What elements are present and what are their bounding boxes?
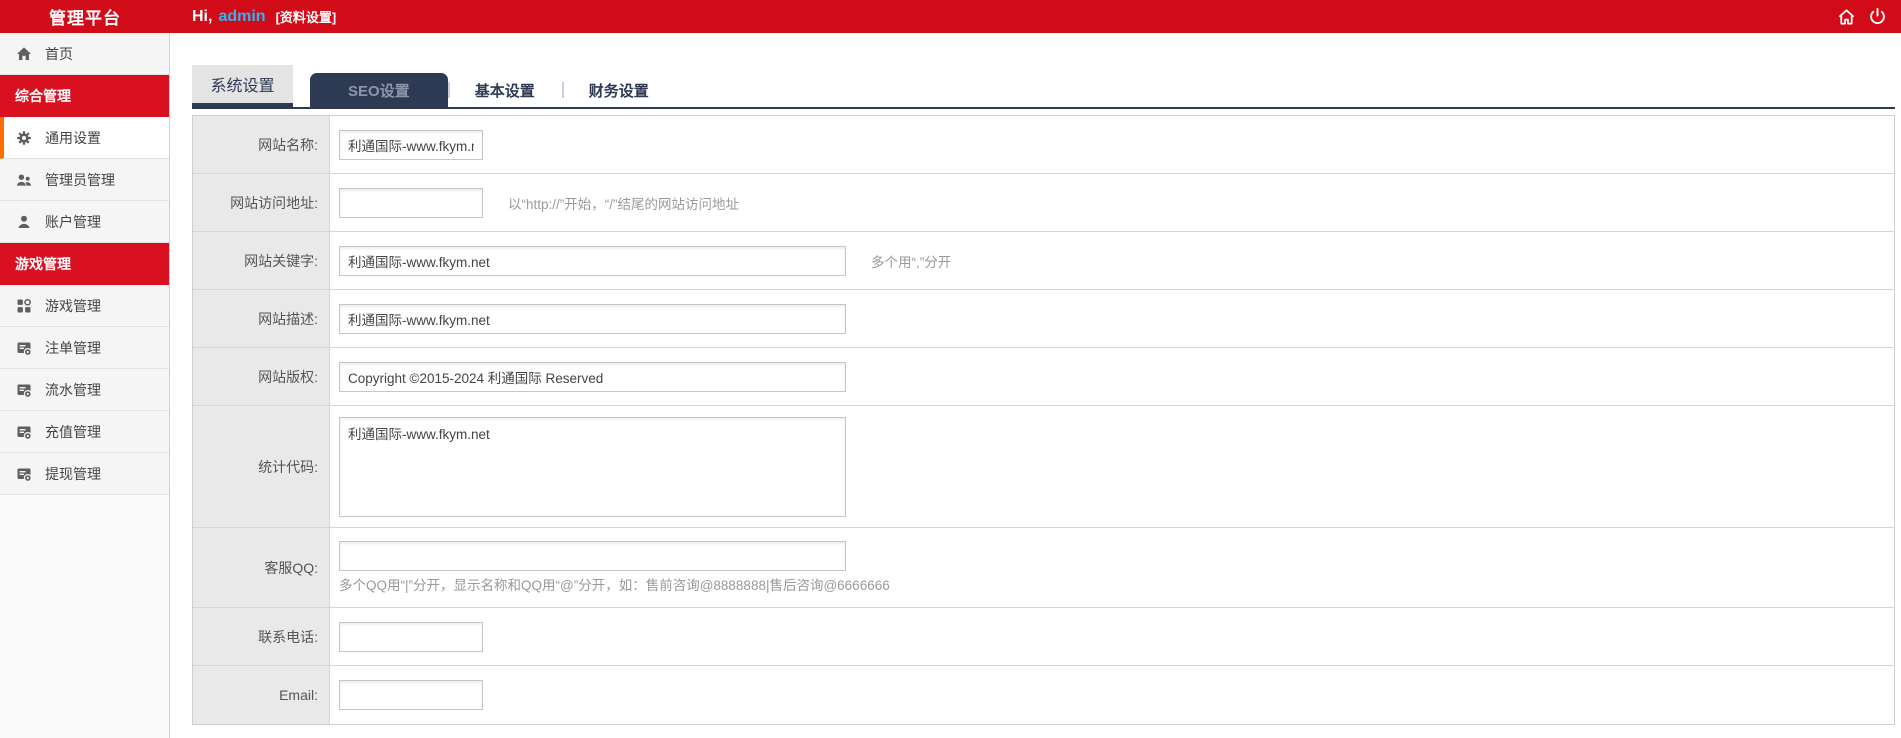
field-content-site-name: [330, 116, 1894, 173]
field-content-site-description: [330, 290, 1894, 347]
site-copyright-input[interactable]: [339, 361, 846, 392]
field-label-site-copyright: 网站版权:: [193, 348, 330, 405]
file-icon: [16, 382, 32, 398]
field-label-contact-phone: 联系电话:: [193, 608, 330, 665]
greeting-prefix: Hi,: [192, 7, 213, 25]
profile-settings-link[interactable]: [资料设置]: [276, 7, 337, 26]
settings-form: 网站名称:网站访问地址: 以“http://”开始，“/”结尾的网站访问地址网站关…: [192, 115, 1895, 725]
site-url-input[interactable]: [339, 187, 483, 218]
sidebar-item-withdraw-management[interactable]: 提现管理: [0, 453, 169, 495]
file-icon: [16, 424, 32, 440]
field-label-site-keywords: 网站关键字:: [193, 232, 330, 289]
form-row-site-description: 网站描述:: [193, 290, 1894, 348]
field-content-contact-phone: [330, 608, 1894, 665]
contact-phone-input[interactable]: [339, 621, 483, 652]
sidebar-section-label: 游戏管理: [15, 256, 71, 272]
greeting: Hi, admin [资料设置]: [192, 7, 336, 26]
field-label-email: Email:: [193, 666, 330, 724]
form-row-site-keywords: 网站关键字: 多个用“,”分开: [193, 232, 1894, 290]
field-label-service-qq: 客服QQ:: [193, 528, 330, 607]
sidebar-item-label: 首页: [45, 45, 73, 62]
games-icon: [16, 298, 32, 314]
main-content: 系统设置 SEO设置基本设置财务设置 网站名称:网站访问地址: 以“http://…: [170, 33, 1901, 738]
form-row-contact-phone: 联系电话:: [193, 608, 1894, 666]
form-row-site-url: 网站访问地址: 以“http://”开始，“/”结尾的网站访问地址: [193, 174, 1894, 232]
sidebar-item-label: 充值管理: [45, 423, 101, 440]
tab-seo-settings[interactable]: SEO设置: [310, 73, 448, 107]
sidebar-section-game-management-group[interactable]: 游戏管理: [0, 243, 169, 285]
gear-icon: [16, 130, 32, 146]
form-row-site-copyright: 网站版权:: [193, 348, 1894, 406]
home-icon[interactable]: [1837, 7, 1856, 26]
email-input[interactable]: [339, 680, 483, 710]
sidebar-item-label: 注单管理: [45, 339, 101, 356]
sidebar-item-bet-management[interactable]: 注单管理: [0, 327, 169, 369]
service-qq-input[interactable]: [339, 541, 846, 571]
site-url-hint: 以“http://”开始，“/”结尾的网站访问地址: [508, 196, 740, 212]
sidebar-item-recharge-management[interactable]: 充值管理: [0, 411, 169, 453]
sidebar-item-game-management[interactable]: 游戏管理: [0, 285, 169, 327]
field-content-site-copyright: [330, 348, 1894, 405]
field-label-site-name: 网站名称:: [193, 116, 330, 173]
service-qq-hint: 多个QQ用“|”分开，显示名称和QQ用“@”分开，如：售前咨询@8888888|…: [339, 578, 890, 593]
sidebar: 首页 综合管理 通用设置 管理员管理 账户管理 游戏管理 游戏管理 注单管理 流水管理 充值管理提…: [0, 33, 170, 738]
field-label-site-description: 网站描述:: [193, 290, 330, 347]
sidebar-item-label: 管理员管理: [45, 171, 115, 188]
sidebar-item-label: 游戏管理: [45, 297, 101, 314]
tab-basic-settings[interactable]: 基本设置: [447, 73, 562, 107]
home-icon: [16, 46, 32, 62]
field-content-site-keywords: 多个用“,”分开: [330, 232, 1894, 289]
form-row-email: Email:: [193, 666, 1894, 724]
sidebar-item-label: 提现管理: [45, 465, 101, 482]
sidebar-item-flow-management[interactable]: 流水管理: [0, 369, 169, 411]
field-content-email: [330, 666, 1894, 724]
sidebar-section-label: 综合管理: [15, 88, 71, 104]
field-content-service-qq: 多个QQ用“|”分开，显示名称和QQ用“@”分开，如：售前咨询@8888888|…: [330, 528, 1894, 607]
sidebar-item-admin-management[interactable]: 管理员管理: [0, 159, 169, 201]
topbar: 管理平台 Hi, admin [资料设置]: [0, 0, 1901, 33]
stats-code-input[interactable]: 利通国际-www.fkym.net: [339, 416, 846, 517]
field-content-site-url: 以“http://”开始，“/”结尾的网站访问地址: [330, 174, 1894, 231]
field-label-site-url: 网站访问地址:: [193, 174, 330, 231]
tab-finance-settings[interactable]: 财务设置: [561, 73, 676, 107]
app-title: 管理平台: [49, 9, 121, 28]
username: admin: [218, 7, 266, 25]
user-icon: [16, 214, 32, 230]
tab-strip: 系统设置 SEO设置 基本设置 财务设置: [192, 65, 1895, 109]
sidebar-section-general-management[interactable]: 综合管理: [0, 75, 169, 117]
topbar-actions: [1837, 7, 1901, 26]
site-keywords-input[interactable]: [339, 245, 846, 276]
field-label-stats-code: 统计代码:: [193, 406, 330, 527]
form-row-site-name: 网站名称:: [193, 116, 1894, 174]
sidebar-item-home[interactable]: 首页: [0, 33, 169, 75]
file-icon: [16, 466, 32, 482]
sidebar-item-label: 通用设置: [45, 129, 101, 146]
sidebar-item-account-management[interactable]: 账户管理: [0, 201, 169, 243]
field-content-stats-code: 利通国际-www.fkym.net: [330, 406, 1894, 527]
users-icon: [16, 172, 32, 188]
form-row-stats-code: 统计代码: 利通国际-www.fkym.net: [193, 406, 1894, 528]
sidebar-item-label: 流水管理: [45, 381, 101, 398]
sidebar-item-general-settings[interactable]: 通用设置: [0, 117, 169, 159]
sidebar-item-label: 账户管理: [45, 213, 101, 230]
site-name-input[interactable]: [339, 129, 483, 160]
site-keywords-hint: 多个用“,”分开: [871, 254, 952, 270]
page-title-tab: 系统设置: [192, 65, 293, 107]
site-description-input[interactable]: [339, 303, 846, 334]
power-icon[interactable]: [1868, 7, 1887, 26]
file-icon: [16, 340, 32, 356]
form-row-service-qq: 客服QQ: 多个QQ用“|”分开，显示名称和QQ用“@”分开，如：售前咨询@888…: [193, 528, 1894, 608]
